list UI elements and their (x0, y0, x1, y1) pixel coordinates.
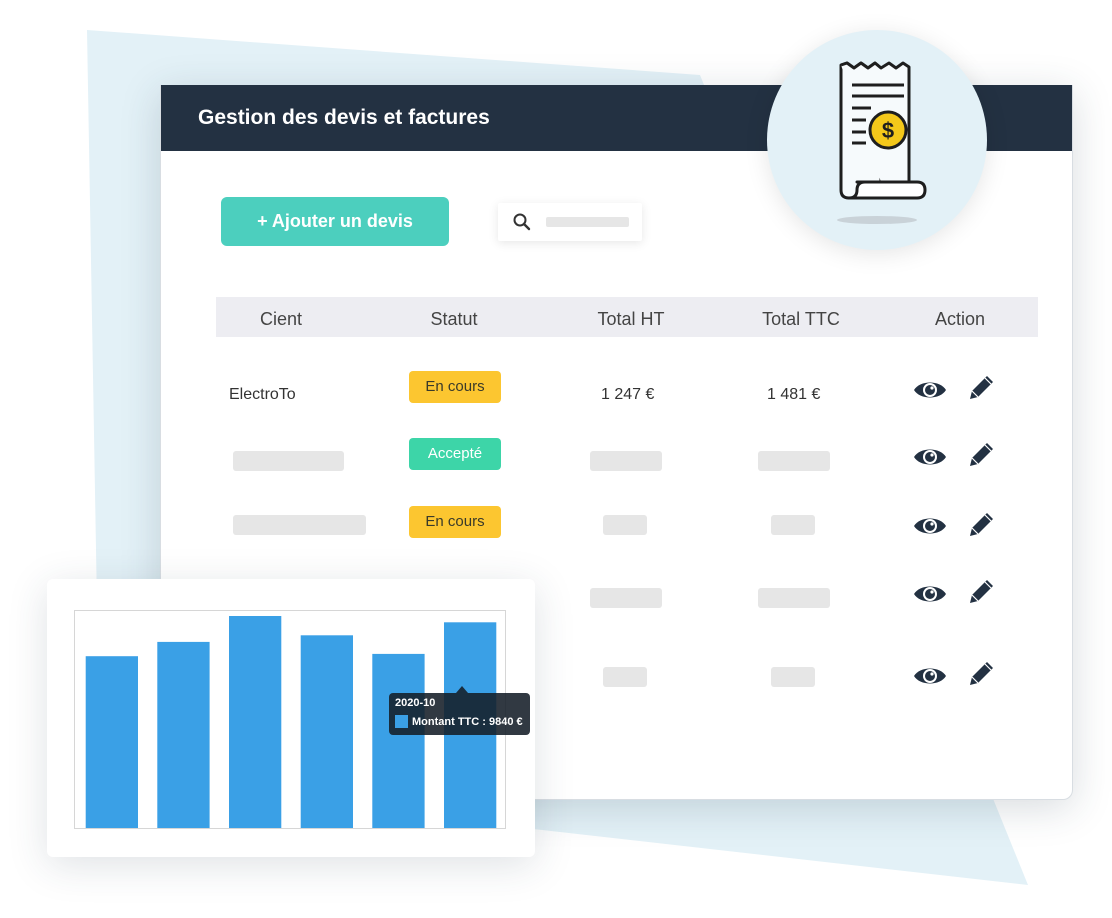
total-ht-placeholder (603, 515, 647, 535)
chart-tooltip: 2020-10 Montant TTC : 9840 € (389, 686, 530, 735)
column-header-total-ttc: Total TTC (762, 309, 840, 329)
edit-button[interactable] (963, 440, 999, 470)
eye-icon (914, 518, 946, 534)
chart-bar[interactable] (157, 641, 210, 828)
view-button[interactable] (912, 375, 948, 405)
eye-icon (914, 586, 946, 602)
table-row: Accepté (216, 437, 1038, 487)
table-row: ElectroTo En cours 1 247 € 1 481 € (216, 370, 1038, 420)
tooltip-swatch (395, 715, 408, 728)
window-title: Gestion des devis et factures (198, 106, 490, 129)
pencil-icon (970, 662, 993, 685)
view-button[interactable] (912, 661, 948, 691)
view-button[interactable] (912, 442, 948, 472)
add-quote-button[interactable]: + Ajouter un devis (221, 197, 449, 246)
chart-bar[interactable] (229, 616, 282, 828)
view-button[interactable] (912, 511, 948, 541)
chart-bar[interactable] (372, 653, 425, 828)
total-ttc: 1 481 € (767, 386, 821, 403)
total-ttc-placeholder (758, 451, 830, 471)
table-row: En cours (216, 505, 1038, 555)
column-header-client: Cient (259, 309, 303, 329)
view-button[interactable] (912, 579, 948, 609)
total-ht-placeholder (590, 588, 662, 608)
chart-bar[interactable] (85, 656, 138, 828)
column-header-action: Action (934, 309, 986, 329)
client-name: ElectroTo (229, 386, 296, 403)
pencil-icon (970, 443, 993, 466)
total-ttc-placeholder (758, 588, 830, 608)
total-ht-placeholder (603, 667, 647, 687)
status-badge: Accepté (409, 438, 501, 470)
status-badge: En cours (409, 506, 501, 538)
total-ht: 1 247 € (601, 386, 655, 403)
eye-icon (914, 668, 946, 684)
pencil-icon (970, 513, 993, 536)
chart-bar[interactable] (300, 635, 353, 828)
eye-icon (914, 382, 946, 398)
search-input[interactable] (498, 203, 642, 241)
total-ttc-placeholder (771, 515, 815, 535)
eye-icon (914, 449, 946, 465)
tooltip-category: 2020-10 (395, 697, 436, 709)
table-header: Cient Statut Total HT Total TTC Action (216, 297, 1038, 337)
svg-text:$: $ (882, 118, 894, 143)
column-header-status: Statut (430, 309, 478, 329)
pencil-icon (970, 580, 993, 603)
pencil-icon (970, 376, 993, 399)
edit-button[interactable] (963, 510, 999, 540)
search-icon (513, 213, 531, 231)
edit-button[interactable] (963, 577, 999, 607)
status-badge: En cours (409, 371, 501, 403)
total-ttc-placeholder (771, 667, 815, 687)
column-header-total-ht: Total HT (597, 309, 665, 329)
edit-button[interactable] (963, 659, 999, 689)
edit-button[interactable] (963, 373, 999, 403)
search-placeholder-bar (546, 217, 629, 227)
receipt-illustration: $ (767, 30, 987, 250)
receipt-dollar-icon: $ (837, 61, 927, 224)
client-placeholder (233, 451, 344, 471)
tooltip-value: Montant TTC : 9840 € (412, 715, 523, 728)
total-ht-placeholder (590, 451, 662, 471)
client-placeholder (233, 515, 366, 535)
